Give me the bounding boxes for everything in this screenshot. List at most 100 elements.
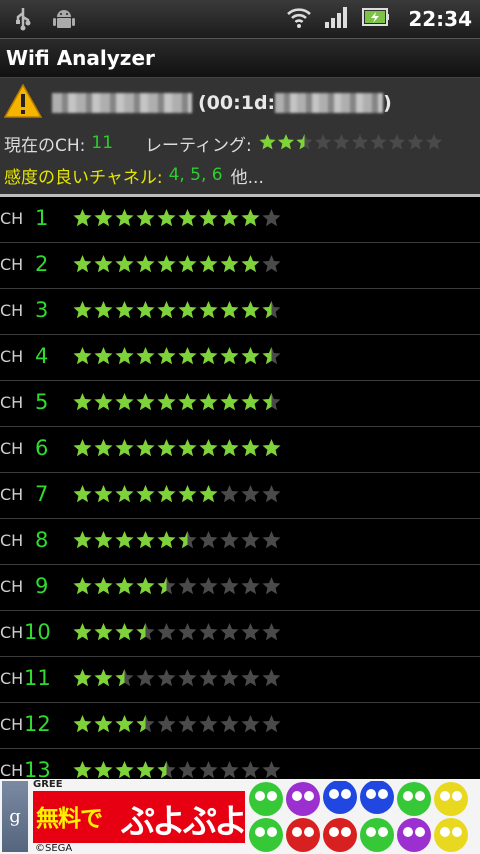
star-full-icon	[199, 485, 218, 503]
channel-prefix: CH	[0, 669, 24, 688]
star-empty-icon	[199, 761, 218, 779]
star-full-icon	[157, 347, 176, 365]
channel-number: 10	[24, 620, 51, 644]
star-full-icon	[94, 209, 113, 227]
star-empty-icon	[407, 134, 424, 150]
current-channel-value: 11	[91, 133, 114, 153]
channel-row-13[interactable]: CH 13	[0, 749, 480, 779]
star-full-icon	[136, 439, 155, 457]
channel-row-12[interactable]: CH 12	[0, 703, 480, 749]
star-full-icon	[73, 531, 92, 549]
star-full-icon	[199, 347, 218, 365]
star-full-icon	[178, 209, 197, 227]
channel-rating-stars	[73, 209, 281, 227]
channel-row-3[interactable]: CH 3	[0, 289, 480, 335]
star-full-icon	[115, 715, 134, 733]
channel-prefix: CH	[0, 623, 24, 642]
channel-prefix: CH	[0, 439, 24, 458]
star-empty-icon	[157, 669, 176, 687]
star-empty-icon	[262, 761, 281, 779]
star-empty-icon	[220, 577, 239, 595]
channel-prefix: CH	[0, 577, 24, 596]
channel-rating-stars	[73, 623, 281, 641]
star-empty-icon	[241, 623, 260, 641]
star-full-icon	[73, 669, 92, 687]
star-full-icon	[241, 393, 260, 411]
star-full-icon	[241, 439, 260, 457]
star-full-icon	[94, 715, 113, 733]
channel-row-11[interactable]: CH 11	[0, 657, 480, 703]
star-empty-icon	[220, 761, 239, 779]
star-full-icon	[73, 255, 92, 273]
star-full-icon	[73, 577, 92, 595]
status-bar: 22:34	[0, 0, 480, 39]
star-full-icon	[157, 531, 176, 549]
star-empty-icon	[136, 669, 155, 687]
channel-row-1[interactable]: CH 1	[0, 197, 480, 243]
channel-rating-stars	[73, 715, 281, 733]
star-full-icon	[178, 347, 197, 365]
star-empty-icon	[220, 715, 239, 733]
star-empty-icon	[157, 623, 176, 641]
star-empty-icon	[178, 623, 197, 641]
channel-rating-stars	[73, 255, 281, 273]
star-full-icon	[178, 485, 197, 503]
star-empty-icon	[351, 134, 368, 150]
channel-rating-stars	[73, 393, 281, 411]
star-empty-icon	[241, 669, 260, 687]
star-full-icon	[115, 623, 134, 641]
star-empty-icon	[241, 485, 260, 503]
star-full-icon	[115, 485, 134, 503]
app-title-bar: Wifi Analyzer	[0, 39, 480, 78]
mac-address-suffix: )	[383, 92, 392, 114]
star-empty-icon	[262, 209, 281, 227]
channel-prefix: CH	[0, 715, 24, 734]
ad-banner[interactable]: g GREE 無料で ぷよぷよ ©SEGA	[0, 779, 480, 854]
star-full-icon	[115, 761, 134, 779]
channel-row-2[interactable]: CH 2	[0, 243, 480, 289]
channel-row-10[interactable]: CH 10	[0, 611, 480, 657]
star-full-icon	[220, 209, 239, 227]
cell-signal-icon	[324, 5, 350, 33]
channel-number: 13	[24, 758, 51, 779]
star-full-icon	[241, 301, 260, 319]
android-debug-icon	[52, 7, 76, 35]
channel-rating-list[interactable]: CH 1 CH 2 CH 3 CH 4 CH 5 CH 6 CH 7 CH 8 CH 9 CH 10 CH 11 CH 12 C…	[0, 197, 480, 779]
channel-row-8[interactable]: CH 8	[0, 519, 480, 565]
star-full-icon	[136, 347, 155, 365]
star-full-icon	[73, 347, 92, 365]
channel-row-7[interactable]: CH 7	[0, 473, 480, 519]
ad-headline-free: 無料で	[36, 806, 103, 832]
star-empty-icon	[262, 531, 281, 549]
star-empty-icon	[262, 577, 281, 595]
star-full-icon	[94, 301, 113, 319]
good-channels-label: 感度の良いチャネル:	[4, 167, 163, 188]
channel-row-5[interactable]: CH 5	[0, 381, 480, 427]
star-empty-icon	[388, 134, 405, 150]
connection-info-panel: (00:1d: ) 現在のCH: 11 レーティング: 感度の良いチャネル: 4…	[0, 78, 480, 194]
star-full-icon	[262, 439, 281, 457]
star-empty-icon	[262, 669, 281, 687]
rating-stars	[259, 134, 442, 150]
star-empty-icon	[425, 134, 442, 150]
star-empty-icon	[220, 623, 239, 641]
channel-row-4[interactable]: CH 4	[0, 335, 480, 381]
star-full-icon	[73, 761, 92, 779]
channel-row-6[interactable]: CH 6	[0, 427, 480, 473]
star-empty-icon	[314, 134, 331, 150]
channel-row-9[interactable]: CH 9	[0, 565, 480, 611]
good-channels-value: 4, 5, 6	[168, 165, 223, 185]
star-full-icon	[94, 439, 113, 457]
star-full-icon	[259, 134, 276, 150]
star-empty-icon	[199, 577, 218, 595]
star-full-icon	[241, 347, 260, 365]
star-full-icon	[73, 393, 92, 411]
star-empty-icon	[241, 715, 260, 733]
channel-prefix: CH	[0, 209, 24, 228]
channel-number: 5	[35, 390, 49, 414]
star-full-icon	[94, 531, 113, 549]
channel-prefix: CH	[0, 347, 24, 366]
usb-icon	[14, 7, 32, 35]
star-empty-icon	[241, 761, 260, 779]
star-full-icon	[94, 761, 113, 779]
